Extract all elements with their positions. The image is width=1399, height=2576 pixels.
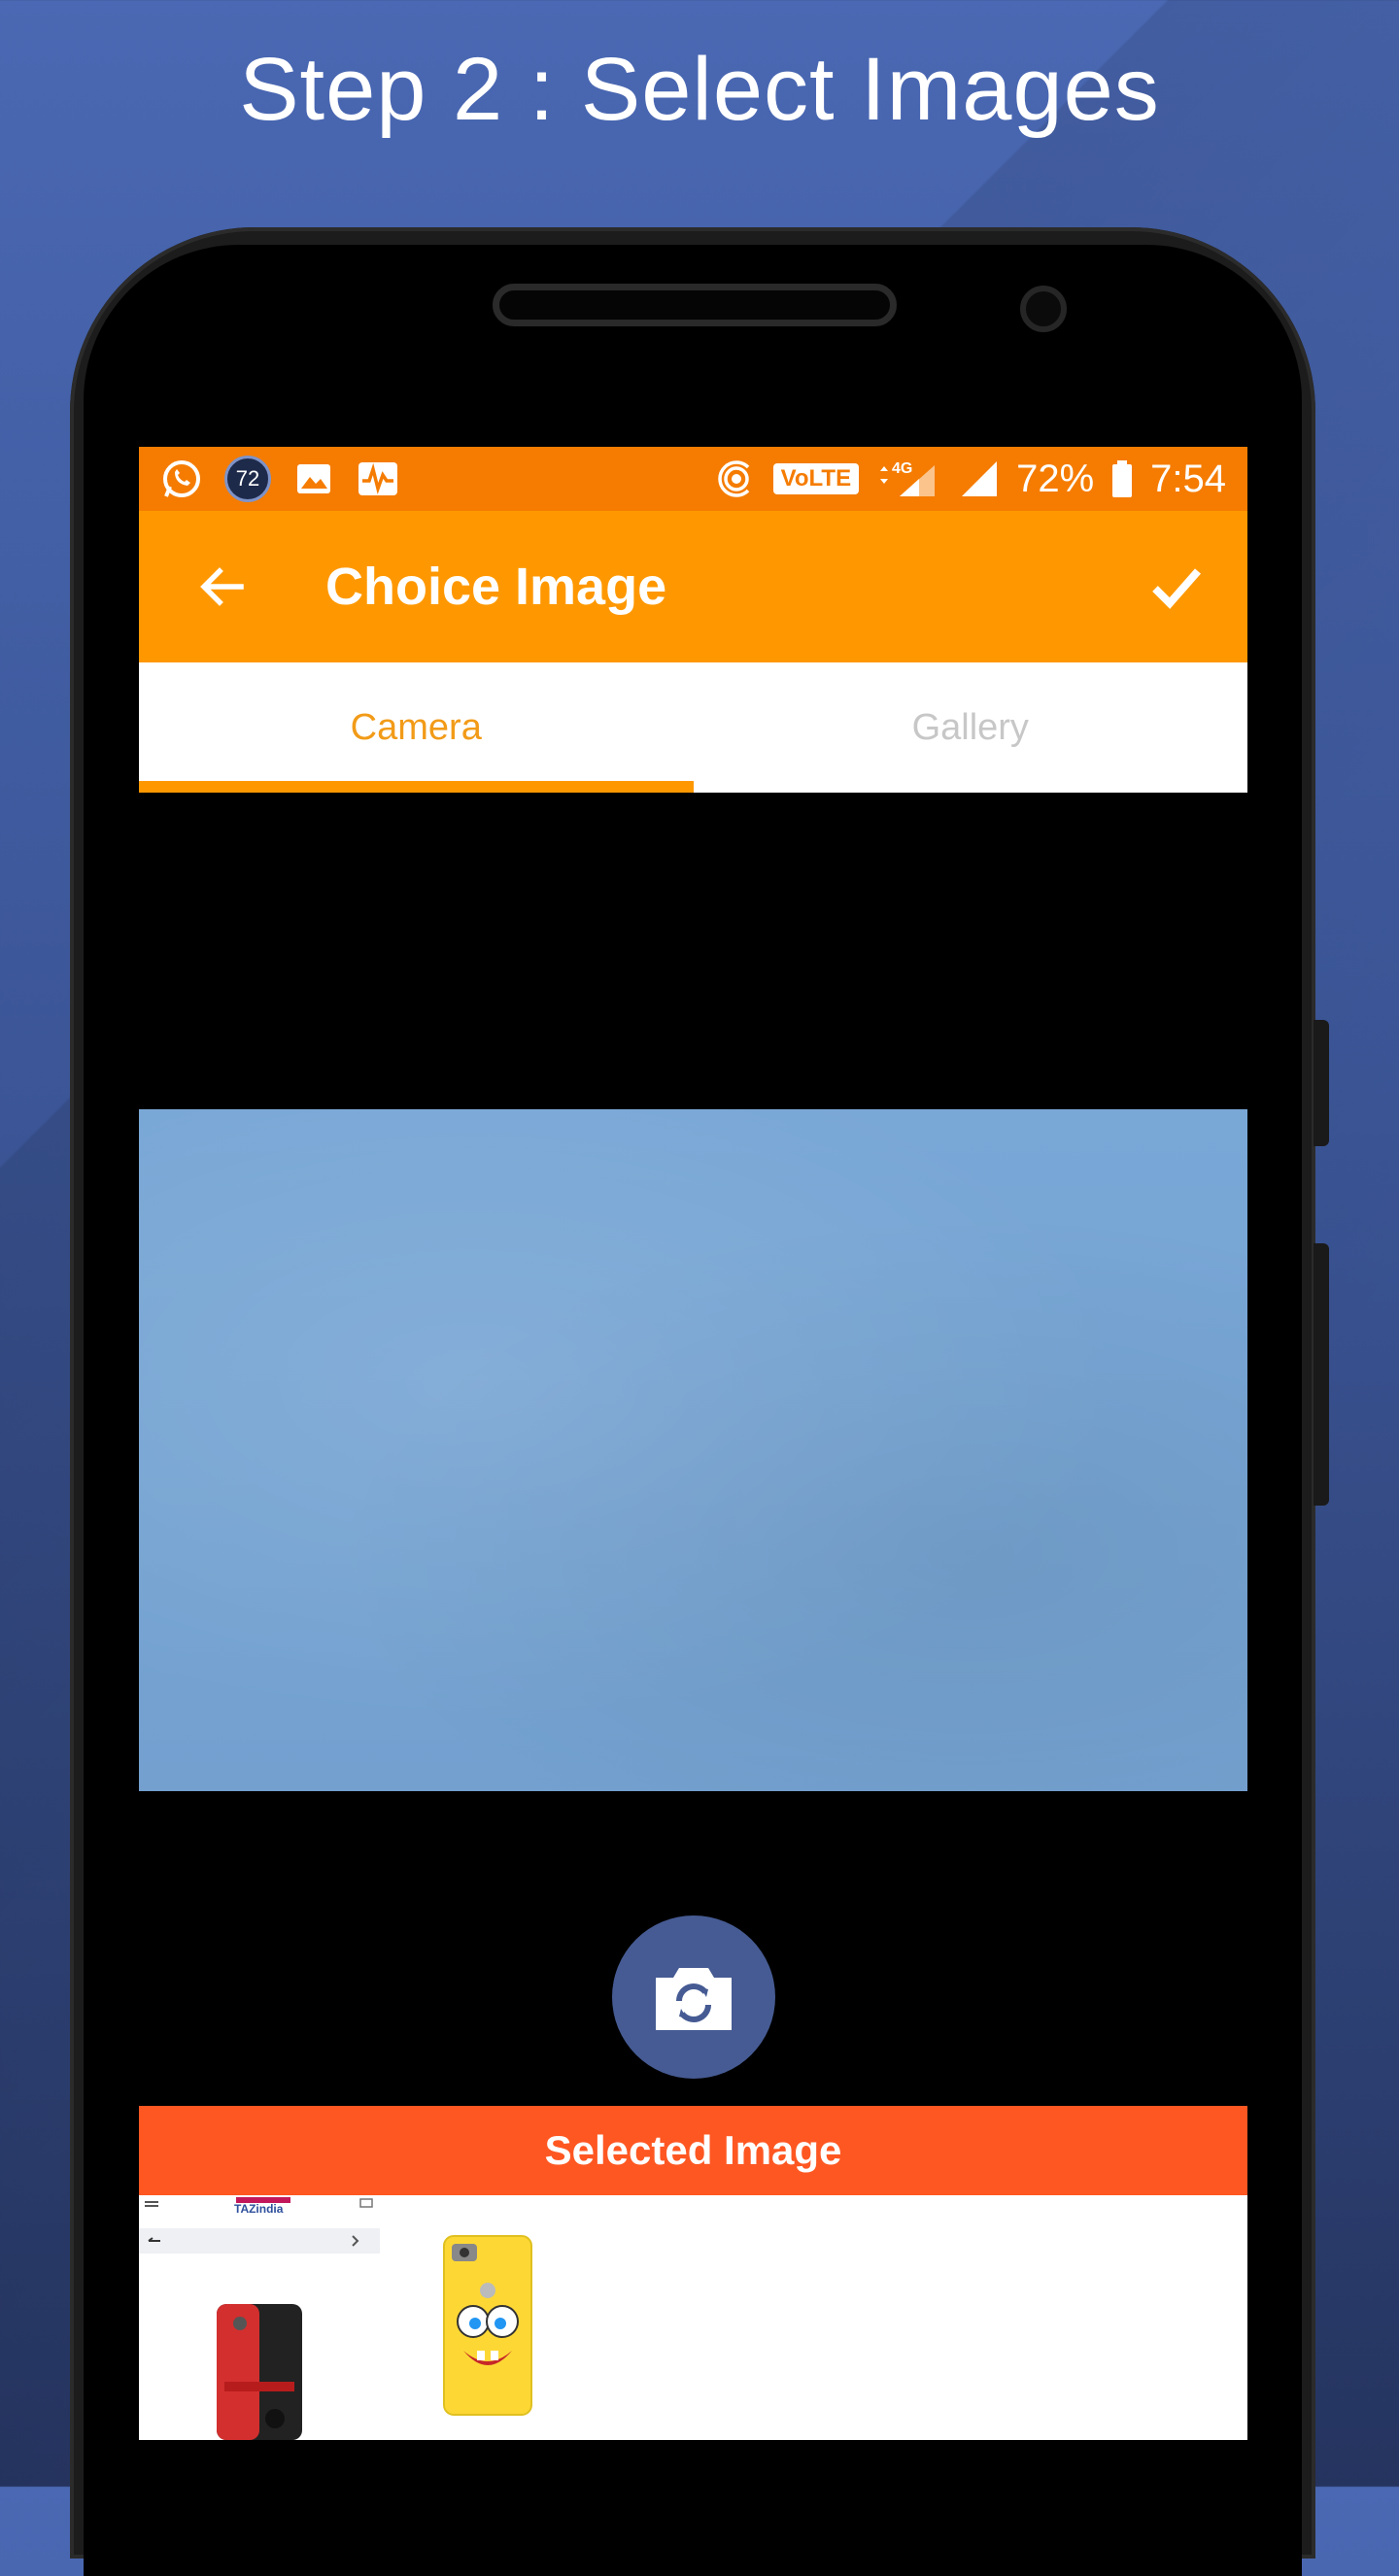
activity-icon	[357, 458, 399, 500]
switch-camera-button[interactable]	[612, 1915, 775, 2079]
phone-speaker	[493, 284, 897, 326]
confirm-button[interactable]	[1133, 543, 1220, 630]
camera-switch-icon	[656, 1968, 732, 2030]
hotspot-icon	[715, 458, 758, 500]
thumb-caption: TAZindia	[234, 2202, 284, 2216]
arrow-left-icon	[200, 567, 244, 606]
selected-thumbnail[interactable]: TAZindia	[139, 2195, 380, 2440]
status-bar: 72 VoLTE 4G 72% 7:54	[139, 447, 1247, 511]
image-icon	[292, 458, 335, 500]
notification-badge: 72	[224, 456, 271, 502]
page-headline: Step 2 : Select Images	[239, 40, 1160, 139]
front-camera	[1020, 286, 1067, 332]
signal-4g-icon: 4G	[874, 458, 942, 500]
selected-image-header: Selected Image	[139, 2106, 1247, 2195]
app-title: Choice Image	[325, 558, 667, 616]
whatsapp-icon	[160, 458, 203, 500]
camera-preview	[139, 1109, 1247, 1791]
signal-icon	[958, 458, 1001, 500]
selected-thumbnail[interactable]	[430, 2195, 625, 2440]
clock: 7:54	[1150, 457, 1226, 500]
tab-bar: Camera Gallery	[139, 662, 1247, 793]
camera-preview-top	[139, 793, 1247, 1109]
power-button	[1314, 1243, 1329, 1506]
phone-screen: 72 VoLTE 4G 72% 7:54 Choice Image Camera…	[139, 447, 1247, 2440]
battery-percent: 72%	[1016, 457, 1095, 500]
tab-camera[interactable]: Camera	[139, 662, 694, 793]
selected-image-list: TAZindia	[139, 2195, 1247, 2440]
check-icon	[1152, 568, 1202, 609]
svg-text:4G: 4G	[892, 460, 912, 477]
volte-indicator: VoLTE	[772, 463, 860, 494]
volume-button	[1314, 1020, 1329, 1146]
app-bar: Choice Image	[139, 511, 1247, 662]
battery-icon	[1109, 458, 1135, 500]
back-button[interactable]	[178, 543, 265, 630]
tab-gallery[interactable]: Gallery	[694, 662, 1248, 793]
